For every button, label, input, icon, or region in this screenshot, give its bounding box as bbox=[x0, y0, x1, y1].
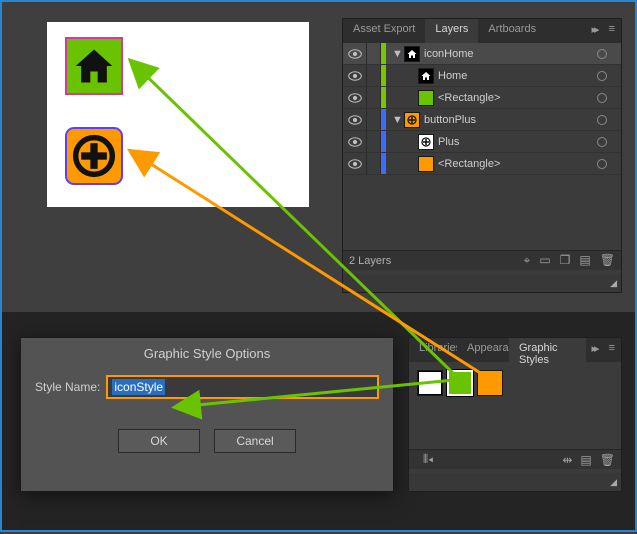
tab-libraries[interactable]: Libraries bbox=[409, 338, 457, 362]
make-clipping-mask-icon[interactable]: ▭ bbox=[539, 253, 550, 268]
layers-panel: Asset Export Layers Artboards ▸▸ ≡ ▼ ico… bbox=[342, 18, 622, 293]
layer-row[interactable]: <Rectangle> bbox=[343, 153, 621, 175]
graphic-styles-panel: Libraries Appearance Graphic Styles ▸▸ ≡… bbox=[408, 337, 622, 492]
graphic-style-swatch-buttonstyle[interactable] bbox=[477, 370, 503, 396]
layer-thumbnail bbox=[404, 46, 420, 62]
new-layer-icon[interactable]: ▤ bbox=[579, 253, 590, 268]
layer-thumbnail bbox=[404, 112, 420, 128]
ok-button[interactable]: OK bbox=[118, 429, 200, 453]
panel-resize-bar[interactable]: ◢ bbox=[409, 473, 621, 491]
graphic-style-swatch-iconstyle[interactable] bbox=[447, 370, 473, 396]
tab-asset-export[interactable]: Asset Export bbox=[343, 19, 425, 43]
panel-menu-icon[interactable]: ≡ bbox=[603, 338, 621, 362]
delete-layer-icon[interactable]: 🗑 bbox=[600, 253, 615, 268]
target-icon[interactable] bbox=[597, 71, 607, 81]
style-name-value: iconStyle bbox=[112, 379, 165, 395]
disclosure-triangle-icon[interactable]: ▼ bbox=[392, 114, 402, 126]
layer-thumbnail bbox=[418, 68, 434, 84]
artwork-icon-home[interactable] bbox=[65, 37, 123, 95]
style-libraries-menu-icon[interactable]: ⫴◂ bbox=[423, 452, 433, 467]
locate-object-icon[interactable]: ⌖ bbox=[524, 253, 531, 268]
layer-count-label: 2 Layers bbox=[349, 255, 524, 267]
target-icon[interactable] bbox=[597, 159, 607, 169]
visibility-icon[interactable] bbox=[348, 137, 362, 147]
target-icon[interactable] bbox=[597, 93, 607, 103]
dialog-title: Graphic Style Options bbox=[21, 338, 393, 375]
layer-name-label[interactable]: <Rectangle> bbox=[438, 92, 591, 104]
resize-grip-icon[interactable]: ◢ bbox=[610, 278, 617, 289]
graphic-styles-tabs: Libraries Appearance Graphic Styles ▸▸ ≡ bbox=[409, 338, 621, 362]
layer-thumbnail bbox=[418, 90, 434, 106]
disclosure-triangle-icon[interactable]: ▼ bbox=[392, 48, 402, 60]
graphic-styles-footer: ⫴◂ ⇹ ▤ 🗑 bbox=[409, 449, 621, 469]
layer-row[interactable]: ▼ iconHome bbox=[343, 43, 621, 65]
create-sublayer-icon[interactable]: ❐ bbox=[560, 253, 571, 268]
tab-artboards[interactable]: Artboards bbox=[478, 19, 546, 43]
style-name-label: Style Name: bbox=[35, 380, 100, 394]
layer-thumbnail bbox=[418, 156, 434, 172]
visibility-icon[interactable] bbox=[348, 115, 362, 125]
panel-resize-bar[interactable]: ◢ bbox=[343, 274, 621, 292]
layer-name-label[interactable]: Home bbox=[438, 70, 591, 82]
layers-panel-status-bar: 2 Layers ⌖ ▭ ❐ ▤ 🗑 bbox=[343, 250, 621, 270]
delete-style-icon[interactable]: 🗑 bbox=[600, 453, 615, 467]
tab-layers[interactable]: Layers bbox=[425, 19, 478, 43]
style-name-input[interactable]: iconStyle bbox=[106, 375, 379, 399]
visibility-icon[interactable] bbox=[348, 49, 362, 59]
visibility-icon[interactable] bbox=[348, 93, 362, 103]
panel-collapse-icon[interactable]: ▸▸ bbox=[586, 338, 603, 362]
panel-menu-icon[interactable]: ≡ bbox=[603, 19, 621, 43]
layer-name-label[interactable]: buttonPlus bbox=[424, 114, 591, 126]
layer-row[interactable]: Plus bbox=[343, 131, 621, 153]
target-icon[interactable] bbox=[597, 115, 607, 125]
layer-name-label[interactable]: iconHome bbox=[424, 48, 591, 60]
new-style-icon[interactable]: ▤ bbox=[580, 453, 591, 467]
break-link-icon[interactable]: ⇹ bbox=[562, 453, 572, 467]
visibility-icon[interactable] bbox=[348, 159, 362, 169]
tab-appearance[interactable]: Appearance bbox=[457, 338, 509, 362]
artwork-button-plus[interactable] bbox=[65, 127, 123, 185]
cancel-button[interactable]: Cancel bbox=[214, 429, 296, 453]
artboard-canvas bbox=[47, 22, 309, 207]
layer-name-label[interactable]: <Rectangle> bbox=[438, 158, 591, 170]
layer-row[interactable]: Home bbox=[343, 65, 621, 87]
target-icon[interactable] bbox=[597, 137, 607, 147]
layer-row[interactable]: <Rectangle> bbox=[343, 87, 621, 109]
graphic-style-swatch-default[interactable] bbox=[417, 370, 443, 396]
layer-name-label[interactable]: Plus bbox=[438, 136, 591, 148]
layer-thumbnail bbox=[418, 134, 434, 150]
target-icon[interactable] bbox=[597, 49, 607, 59]
graphic-style-options-dialog: Graphic Style Options Style Name: iconSt… bbox=[20, 337, 394, 492]
resize-grip-icon[interactable]: ◢ bbox=[610, 477, 617, 488]
panel-collapse-icon[interactable]: ▸▸ bbox=[586, 19, 603, 43]
visibility-icon[interactable] bbox=[348, 71, 362, 81]
layer-row[interactable]: ▼ buttonPlus bbox=[343, 109, 621, 131]
layers-panel-tabs: Asset Export Layers Artboards ▸▸ ≡ bbox=[343, 19, 621, 43]
tab-graphic-styles[interactable]: Graphic Styles bbox=[509, 338, 586, 362]
